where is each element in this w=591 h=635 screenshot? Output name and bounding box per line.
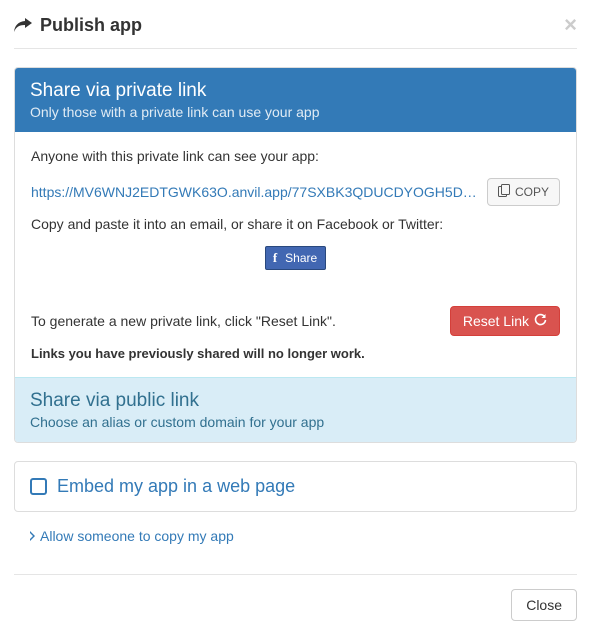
close-button[interactable]: × <box>564 14 577 36</box>
reset-link-button[interactable]: Reset Link <box>450 306 560 336</box>
fb-share-label: Share <box>285 251 317 265</box>
public-link-subtitle: Choose an alias or custom domain for you… <box>30 414 561 430</box>
modal-footer: Close <box>14 574 577 621</box>
share-hint: Copy and paste it into an email, or shar… <box>31 216 560 232</box>
private-link-heading: Share via private link Only those with a… <box>15 68 576 132</box>
share-arrow-icon <box>14 18 32 32</box>
private-link-intro: Anyone with this private link can see yo… <box>31 148 560 164</box>
embed-panel[interactable]: Embed my app in a web page <box>14 461 577 512</box>
private-link-body: Anyone with this private link can see yo… <box>15 132 576 377</box>
reset-row: To generate a new private link, click "R… <box>31 306 560 336</box>
reset-link-label: Reset Link <box>463 313 529 329</box>
reset-intro: To generate a new private link, click "R… <box>31 313 336 329</box>
modal-header: Publish app × <box>14 14 577 49</box>
link-row: https://MV6WNJ2EDTGWK63O.anvil.app/77SXB… <box>31 178 560 206</box>
modal-title: Publish app <box>40 15 564 36</box>
private-link-title: Share via private link <box>30 80 561 102</box>
facebook-icon: f <box>270 250 280 266</box>
public-link-title: Share via public link <box>30 390 561 412</box>
copy-button[interactable]: COPY <box>487 178 560 206</box>
share-panel: Share via private link Only those with a… <box>14 67 577 443</box>
allow-copy-link[interactable]: Allow someone to copy my app <box>28 528 577 544</box>
close-label: Close <box>526 597 562 613</box>
private-link-subtitle: Only those with a private link can use y… <box>30 104 561 120</box>
copy-icon <box>498 184 510 200</box>
chevron-right-icon <box>28 531 36 541</box>
reset-warning: Links you have previously shared will no… <box>31 346 560 361</box>
copy-label: COPY <box>515 185 549 199</box>
refresh-icon <box>534 313 547 329</box>
allow-copy-label: Allow someone to copy my app <box>40 528 234 544</box>
close-footer-button[interactable]: Close <box>511 589 577 621</box>
embed-label: Embed my app in a web page <box>57 476 295 497</box>
public-link-heading[interactable]: Share via public link Choose an alias or… <box>15 377 576 442</box>
private-link-url[interactable]: https://MV6WNJ2EDTGWK63O.anvil.app/77SXB… <box>31 184 479 200</box>
fb-share-wrap: f Share <box>31 246 560 270</box>
facebook-share-button[interactable]: f Share <box>265 246 326 270</box>
embed-checkbox[interactable] <box>30 478 47 495</box>
